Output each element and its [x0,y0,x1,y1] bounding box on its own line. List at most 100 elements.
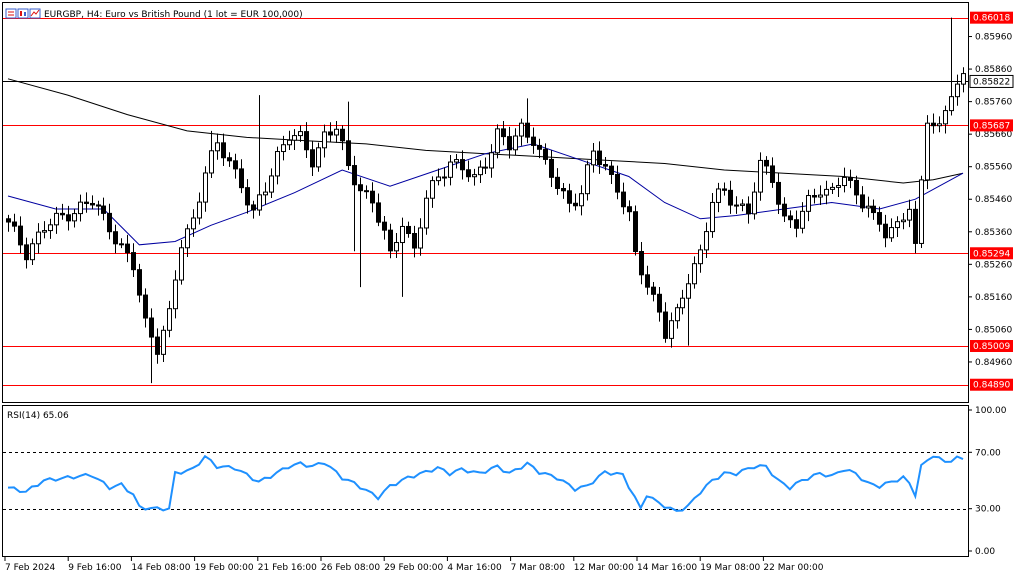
candle-body-bull [197,201,202,219]
candle-body-bear [137,269,142,296]
candle-body-bull [830,186,835,190]
chart-line-icon[interactable] [29,8,41,19]
candle-body-bear [734,204,739,207]
rsi-tick-label: 70.00 [975,448,1001,458]
time-tick-label: 14 Mar 16:00 [637,563,697,573]
candle-body-bear [627,206,632,213]
candle [925,115,930,190]
current-price-label: 0.85822 [973,77,1010,87]
candle-body-bull [901,219,906,223]
candle-body-bear [782,203,787,217]
candle-body-bull [292,135,297,141]
candle-body-bear [358,184,363,192]
candle-body-bull [418,227,423,249]
rsi-panel[interactable] [2,405,969,557]
time-tick-label: 4 Mar 16:00 [447,563,502,573]
candle-body-bear [501,128,506,138]
candle-body-bear [221,142,226,159]
candle-body-bull [191,217,196,230]
time-tick-label: 9 Feb 16:00 [68,563,122,573]
candle-body-bear [603,164,608,167]
candle-body-bull [263,191,268,196]
candle-body-bear [239,168,244,189]
price-axis: 0.85960 0.85860 0.85760 0.85660 0.85560 0.854… [968,11,1014,391]
rsi-label: RSI(14) 65.06 [7,411,69,421]
candle-body-bull [167,308,172,331]
candle-body-bear [633,211,638,253]
rsi-tick-label: 30.00 [975,505,1001,515]
candle-body-bear [251,204,256,211]
candle-body-bull [675,307,680,322]
candle-body-bear [615,173,620,193]
candle-body-bear [346,140,351,167]
candle-body-bull [472,174,477,178]
price-tick-label: 0.85260 [975,260,1012,270]
candle-body-bear [507,136,512,151]
candle-body-bear [549,158,554,178]
candle-body-bear [96,204,101,207]
candle-body-bear [877,212,882,225]
candle-body-bear [931,122,936,127]
candle-body-bull [203,172,208,203]
candle-body-bull [961,73,966,85]
trading-chart[interactable]: 0.85960 0.85860 0.85760 0.85660 0.85560 0.854… [0,0,1024,580]
candle [919,175,924,248]
candle-body-bull [800,210,805,229]
candle-body-bull [30,243,35,261]
time-tick-label: 12 Mar 00:00 [574,563,634,573]
candle-body-bear [567,190,572,204]
candle-body-bear [340,128,345,142]
candle-body-bear [466,169,471,178]
candle-body-bear [107,212,112,233]
price-tick-label: 0.85360 [975,228,1012,238]
candle-body-bear [609,165,614,175]
candle-body-bear [913,208,918,244]
candle-body-bear [149,317,154,338]
candle-body-bull [448,161,453,178]
candle-body-bear [621,191,626,208]
candle-body-bull [489,152,494,169]
candle-body-bear [6,218,11,223]
price-panel[interactable] [2,2,969,403]
time-tick-label: 19 Feb 00:00 [195,563,254,573]
candle-body-bear [310,149,315,168]
candle-body-bear [597,150,602,166]
candle-body-bear [883,223,888,239]
candle-body-bear [131,252,136,271]
candle-body-bear [848,176,853,181]
candle-body-bull [710,201,715,233]
candle-body-bear [555,176,560,189]
candle-body-bull [758,159,763,193]
candle-body-bear [442,176,447,179]
price-tick-label: 0.85660 [975,130,1012,140]
time-tick-label: 29 Feb 00:00 [384,563,443,573]
candle-body-bull [478,166,483,176]
candle-body-bull [925,122,930,181]
chart-bars-icon[interactable] [5,8,17,19]
candle-body-bear [812,195,817,198]
price-tick-label: 0.85560 [975,163,1012,173]
candle-body-bull [669,320,674,339]
candle-body-bull [298,131,303,137]
candle-body-bull [752,191,757,215]
candle-body-bull [836,185,841,188]
candle-body-bull [495,128,500,154]
candle-body-bear [406,225,411,234]
candle-body-bear [525,122,530,138]
level-tag-label: 0.85687 [973,121,1010,131]
level-tag-label: 0.84890 [973,381,1010,391]
candle-body-bear [90,202,95,206]
candle-body-bull [269,175,274,193]
time-tick-label: 19 Mar 08:00 [700,563,760,573]
candle-body-bull [436,176,441,182]
candle-body-bear [245,187,250,206]
candle-body-bull [257,194,262,211]
candle-body-bull [185,228,190,249]
candle-body-bear [537,144,542,150]
chart-candles-icon[interactable] [17,8,29,19]
rsi-tick-label: 0.00 [975,547,995,557]
candle-body-bull [889,227,894,239]
candle-body-bull [400,225,405,244]
candle-body-bull [955,83,960,98]
time-tick-label: 7 Feb 2024 [5,563,56,573]
